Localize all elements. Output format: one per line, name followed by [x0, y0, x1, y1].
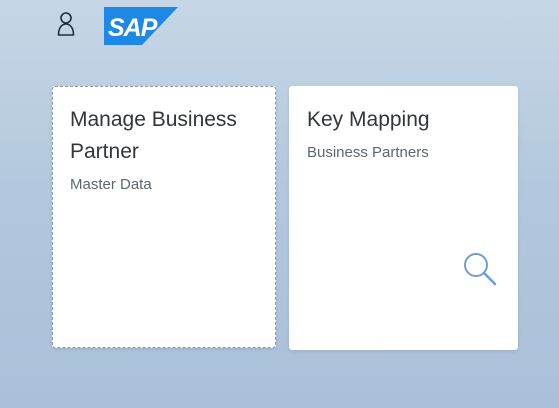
search-icon: [461, 250, 499, 288]
sap-logo[interactable]: SAP: [104, 7, 178, 45]
tile-title: Key Mapping: [307, 108, 430, 131]
tile-manage-business-partner[interactable]: Manage Business Partner Master Data: [52, 86, 276, 348]
user-icon[interactable]: [56, 11, 76, 37]
tile-key-mapping[interactable]: Key Mapping Business Partners: [289, 86, 518, 350]
tile-subtitle: Master Data: [70, 176, 152, 193]
tile-title: Manage Business Partner: [70, 108, 237, 163]
tile-subtitle: Business Partners: [307, 144, 429, 161]
shell-header: SAP: [0, 0, 559, 60]
svg-text:SAP: SAP: [108, 14, 158, 42]
